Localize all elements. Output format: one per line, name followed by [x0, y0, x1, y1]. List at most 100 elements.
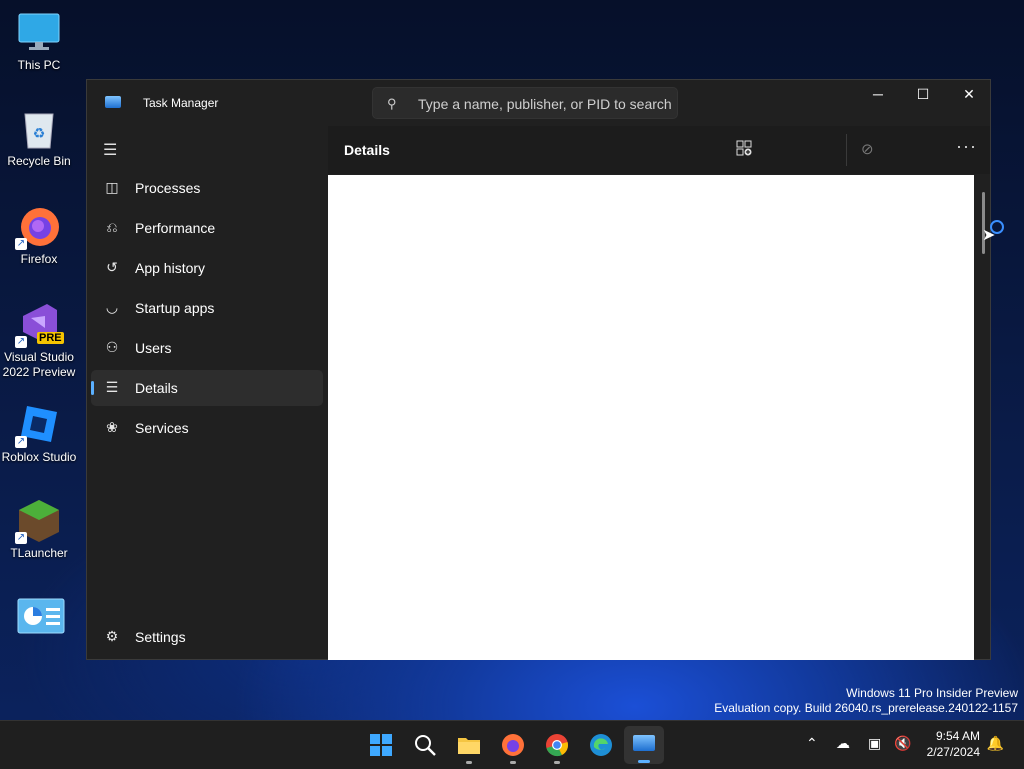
hamburger-menu-icon[interactable]: ☰	[103, 140, 117, 160]
running-indicator	[466, 761, 472, 764]
minimize-button[interactable]: ─	[855, 80, 901, 110]
sidebar-item-processes[interactable]: ◫ Processes	[91, 170, 323, 206]
edge-icon	[590, 734, 612, 756]
sidebar: ☰ ◫ Processes ⎌ Performance ↺ App histor…	[87, 126, 327, 661]
onedrive-cloud-icon[interactable]: ☁	[836, 735, 850, 752]
desktop-icon-this-pc[interactable]: This PC	[0, 10, 78, 73]
sidebar-item-label: Services	[135, 420, 189, 436]
sidebar-item-label: Settings	[135, 629, 186, 645]
desktop-icon-label: Visual Studio 2022 Preview	[2, 350, 76, 379]
history-icon: ↺	[106, 259, 118, 275]
more-options-button[interactable]: ···	[956, 136, 977, 157]
clock-time: 9:54 AM	[935, 729, 980, 743]
sidebar-item-label: Startup apps	[135, 300, 215, 316]
folder-icon	[458, 738, 480, 754]
running-indicator	[510, 761, 516, 764]
page-header: Details ⊘ ···	[328, 126, 990, 174]
desktop-icon-label: Recycle Bin	[7, 154, 71, 168]
sidebar-item-label: Processes	[135, 180, 201, 196]
desktop-icon-label: Firefox	[20, 252, 58, 266]
desktop-icon-visual-studio[interactable]: PRE ↗ Visual Studio 2022 Preview	[0, 302, 78, 380]
task-manager-app-icon	[105, 96, 121, 108]
roblox-studio-icon: ↗	[15, 402, 61, 448]
sidebar-item-details[interactable]: ☰ Details	[91, 370, 323, 406]
details-icon: ☰	[105, 379, 119, 395]
preview-badge: PRE	[37, 332, 64, 344]
volume-muted-icon[interactable]: 🔇	[894, 735, 911, 752]
watermark-line-1: Windows 11 Pro Insider Preview	[846, 686, 1018, 700]
sidebar-item-performance[interactable]: ⎌ Performance	[91, 210, 323, 246]
desktop-icon-label: TLauncher	[10, 546, 68, 560]
task-manager-window: Task Manager ⚲ Type a name, publisher, o…	[86, 79, 991, 660]
performance-icon: ⎌	[106, 219, 118, 235]
processes-icon: ◫	[105, 179, 119, 195]
running-indicator	[554, 761, 560, 764]
maximize-button[interactable]: ☐	[900, 80, 946, 110]
evaluation-watermark: Windows 11 Pro Insider Preview Evaluatio…	[714, 686, 1018, 716]
run-new-task-icon	[736, 140, 752, 156]
desktop-icon-recycle-bin[interactable]: ♻ Recycle Bin	[0, 106, 78, 169]
run-new-task-button[interactable]	[736, 140, 752, 160]
sidebar-item-settings[interactable]: ⚙ Settings	[91, 619, 323, 655]
desktop-icon-label: Roblox Studio	[1, 450, 77, 464]
search-placeholder[interactable]: Type a name, publisher, or PID to search	[418, 96, 672, 112]
taskbar: ⌃ ☁ ▣ 🔇 9:54 AM 2/27/2024 🔔	[0, 720, 1024, 769]
task-manager-taskbar-button[interactable]	[624, 726, 664, 764]
firefox-icon: ↗	[15, 204, 61, 250]
windows-logo-icon	[370, 734, 392, 756]
tlauncher-icon: ↗	[15, 498, 61, 544]
taskbar-search-button[interactable]	[413, 733, 437, 757]
gear-icon: ⚙	[105, 628, 119, 644]
edge-taskbar-button[interactable]	[589, 733, 613, 757]
page-title: Details	[344, 142, 390, 158]
desktop-icon-tlauncher[interactable]: ↗ TLauncher	[0, 498, 78, 561]
title-bar[interactable]: Task Manager ⚲ Type a name, publisher, o…	[87, 80, 990, 126]
end-task-button[interactable]: ⊘	[861, 140, 874, 158]
busy-spinner-icon	[990, 220, 1004, 234]
main-panel: Details ⊘ ···	[328, 126, 990, 660]
sidebar-item-app-history[interactable]: ↺ App history	[91, 250, 323, 286]
system-clock[interactable]: 9:54 AM 2/27/2024	[927, 728, 980, 760]
shortcut-arrow-icon: ↗	[15, 238, 27, 250]
sidebar-item-label: App history	[135, 260, 206, 276]
firefox-taskbar-button[interactable]	[501, 733, 525, 757]
sidebar-item-startup-apps[interactable]: ◡ Startup apps	[91, 290, 323, 326]
chrome-icon	[546, 734, 568, 757]
users-icon: ⚇	[105, 339, 119, 355]
end-task-icon: ⊘	[861, 141, 874, 158]
file-explorer-button[interactable]	[457, 733, 481, 757]
watermark-line-2: Evaluation copy. Build 26040.rs_prerelea…	[714, 701, 1018, 715]
close-button[interactable]: ✕	[946, 80, 992, 110]
svg-text:♻: ♻	[33, 125, 46, 141]
shortcut-arrow-icon: ↗	[15, 532, 27, 544]
desktop-icon-label: This PC	[17, 58, 61, 72]
chrome-taskbar-button[interactable]	[545, 733, 569, 757]
desktop-icon-roblox-studio[interactable]: ↗ Roblox Studio	[0, 402, 78, 465]
shortcut-arrow-icon: ↗	[15, 436, 27, 448]
search-icon: ⚲	[387, 96, 397, 111]
desktop-icon-control-panel[interactable]	[0, 598, 78, 646]
services-icon: ❀	[106, 419, 118, 435]
monitor-icon	[17, 10, 61, 54]
clock-date: 2/27/2024	[926, 745, 980, 759]
window-title: Task Manager	[143, 96, 219, 110]
startup-icon: ◡	[105, 299, 119, 315]
task-manager-icon	[633, 735, 655, 751]
visual-studio-icon: PRE ↗	[15, 302, 64, 348]
details-content-area[interactable]	[328, 175, 974, 660]
sidebar-item-users[interactable]: ⚇ Users	[91, 330, 323, 366]
notification-bell-icon[interactable]: 🔔	[987, 735, 1004, 752]
active-indicator	[638, 760, 650, 763]
sidebar-item-label: Details	[135, 380, 178, 396]
sidebar-item-label: Performance	[135, 220, 216, 236]
recycle-bin-icon: ♻	[17, 106, 61, 150]
sidebar-item-services[interactable]: ❀ Services	[91, 410, 323, 446]
firefox-icon	[502, 734, 524, 756]
search-box[interactable]: ⚲ Type a name, publisher, or PID to sear…	[372, 87, 678, 119]
network-icon[interactable]: ▣	[868, 735, 881, 752]
desktop-icon-firefox[interactable]: ↗ Firefox	[0, 204, 78, 267]
start-button[interactable]	[369, 733, 393, 757]
shortcut-arrow-icon: ↗	[15, 336, 27, 348]
toolbar-divider	[846, 134, 847, 166]
show-hidden-icons-chevron-icon[interactable]: ⌃	[806, 735, 818, 752]
